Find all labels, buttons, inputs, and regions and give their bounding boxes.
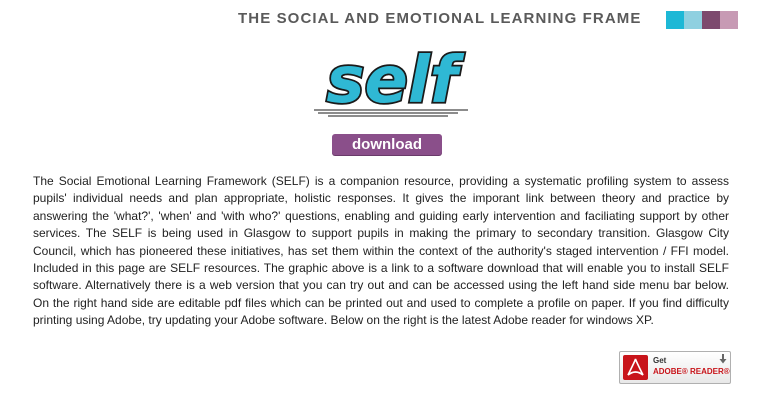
- download-button[interactable]: download: [332, 134, 442, 155]
- swatch-4: [720, 11, 738, 29]
- adobe-reader-icon: [623, 355, 648, 380]
- adobe-get-label: Get: [653, 356, 667, 365]
- swatch-1: [666, 11, 684, 29]
- page-header-title: THE SOCIAL AND EMOTIONAL LEARNING FRAME: [238, 10, 642, 27]
- self-logo: self: [314, 42, 468, 120]
- adobe-reader-label: ADOBE® READER®: [653, 367, 730, 376]
- get-adobe-reader-button[interactable]: Get ADOBE® READER®: [619, 351, 731, 384]
- swatch-3: [702, 11, 720, 29]
- self-logo-link[interactable]: self: [308, 42, 476, 120]
- download-arrow-icon: [719, 354, 727, 364]
- self-logo-text: self: [326, 44, 464, 118]
- swatch-2: [684, 11, 702, 29]
- intro-paragraph: The Social Emotional Learning Framework …: [33, 174, 729, 328]
- color-swatch-bar: [666, 11, 738, 29]
